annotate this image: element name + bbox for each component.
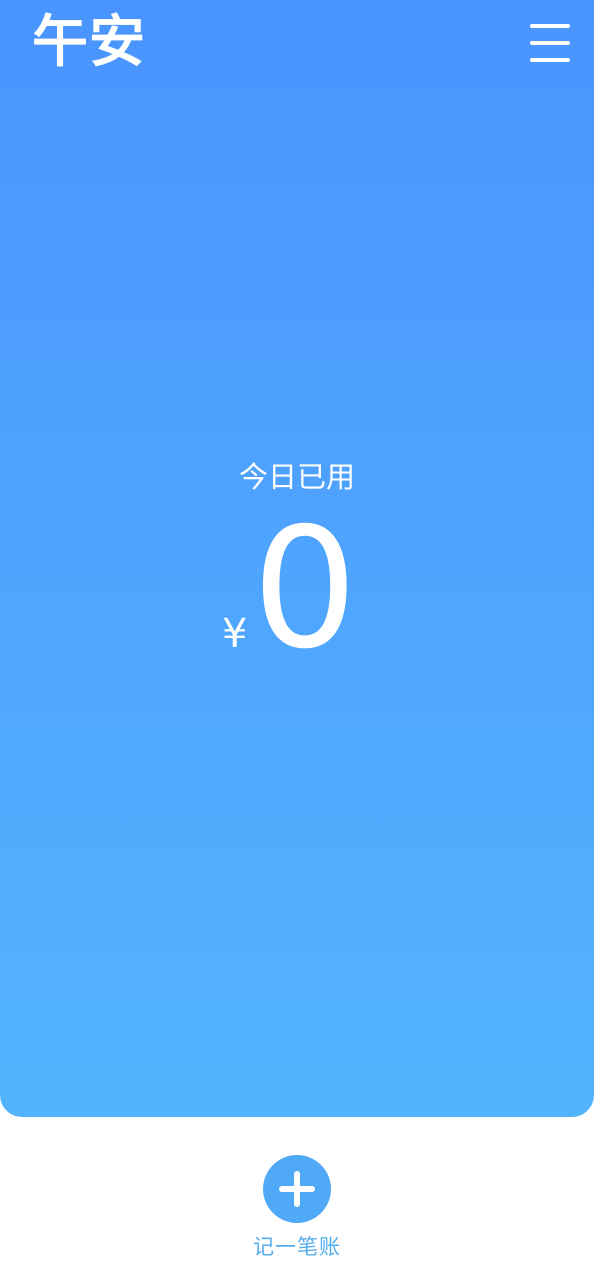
today-spent-label: 今日已用 bbox=[238, 460, 355, 494]
greeting-title: 午安 bbox=[32, 10, 146, 75]
menu-button[interactable] bbox=[526, 20, 574, 66]
plus-icon bbox=[279, 1171, 315, 1207]
today-spent-amount: 0 bbox=[252, 493, 358, 686]
add-record-label[interactable]: 记一笔账 bbox=[0, 1232, 594, 1262]
add-record-button[interactable] bbox=[263, 1155, 331, 1223]
app-screen: 午安 今日已用 ¥ 0 记一笔账 bbox=[0, 0, 594, 1280]
hamburger-menu-icon bbox=[530, 24, 570, 62]
hero-panel: 午安 今日已用 ¥ 0 bbox=[0, 0, 594, 1117]
currency-symbol: ¥ bbox=[222, 611, 248, 657]
